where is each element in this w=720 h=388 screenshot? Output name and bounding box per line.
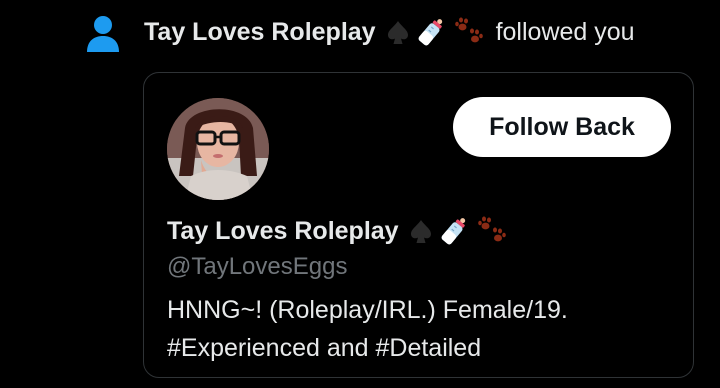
user-handle: @TayLovesEggs bbox=[167, 253, 348, 280]
user-bio: HNNG~! (Roleplay/IRL.) Female/19. #Exper… bbox=[167, 291, 677, 367]
baby-bottle-icon bbox=[418, 19, 442, 46]
baby-bottle-icon bbox=[441, 218, 465, 245]
person-icon bbox=[87, 16, 119, 52]
avatar[interactable] bbox=[167, 98, 269, 200]
paw-prints-icon bbox=[477, 216, 506, 242]
name-emojis bbox=[386, 15, 484, 49]
card-name-emojis bbox=[409, 214, 507, 248]
notification-action: followed you bbox=[495, 17, 635, 46]
notification-user-name[interactable]: Tay Loves Roleplay bbox=[144, 18, 376, 47]
spade-icon bbox=[387, 21, 408, 44]
card-name-row: Tay Loves Roleplay bbox=[167, 211, 507, 251]
notification-text: Tay Loves Roleplay followed you bbox=[144, 14, 635, 50]
bio-line: #Experienced and #Detailed bbox=[167, 334, 482, 362]
follow-back-button[interactable]: Follow Back bbox=[453, 97, 671, 157]
spade-icon bbox=[410, 220, 431, 243]
card-user-name[interactable]: Tay Loves Roleplay bbox=[167, 217, 399, 246]
bio-line: HNNG~! (Roleplay/IRL.) Female/19. bbox=[167, 296, 568, 324]
user-card[interactable]: Follow Back Tay Loves Roleplay @TayLoves… bbox=[143, 72, 694, 378]
paw-prints-icon bbox=[454, 17, 483, 43]
